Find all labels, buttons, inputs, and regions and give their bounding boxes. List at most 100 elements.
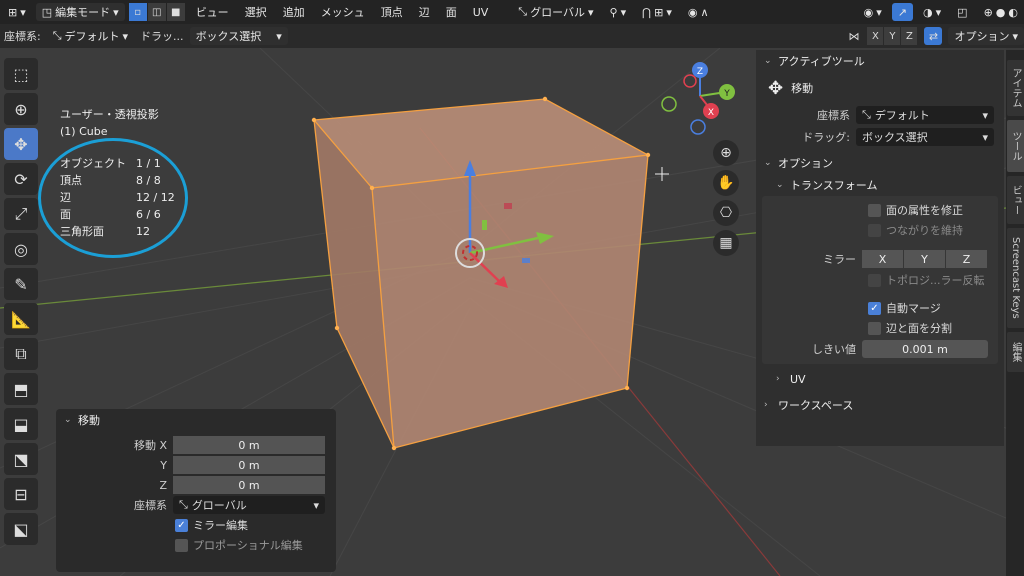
face-select-icon[interactable]: ■ (166, 3, 185, 21)
proportional-edit-checkbox[interactable]: プロポーショナル編集 (56, 535, 336, 555)
active-tool-header[interactable]: ⌄ アクティブツール (756, 50, 1004, 72)
menu-add[interactable]: 追加 (277, 4, 311, 20)
butterfly-icon[interactable]: ⋈ (848, 30, 859, 43)
inset-icon[interactable]: ⬓ (4, 408, 38, 440)
zoom-icon[interactable]: ⊕ (713, 140, 739, 166)
tab-item[interactable]: アイテム (1007, 60, 1024, 116)
drag-dropdown[interactable]: ボックス選択 ▾ (856, 128, 994, 146)
annotate-icon[interactable]: ✎ (4, 268, 38, 300)
move-y-row: Y0 m (56, 455, 336, 475)
mirror-edit-checkbox[interactable]: ✓ ミラー編集 (56, 515, 336, 535)
tab-view[interactable]: ビュー (1007, 176, 1024, 224)
knife-icon[interactable]: ⬕ (4, 513, 38, 545)
pivot-button[interactable]: ⚲ ▾ (604, 3, 633, 21)
solid-shading-icon: ● (995, 5, 1006, 19)
add-cube-icon[interactable]: ⧉ (4, 338, 38, 370)
gizmo-toggle[interactable]: ↗ (891, 3, 914, 21)
hand-pan-icon[interactable]: ✋ (713, 170, 739, 196)
split-edges-checkbox[interactable]: 辺と面を分割 (762, 318, 998, 338)
visibility-button[interactable]: ◉ ▾ (858, 3, 888, 21)
check-icon: ✓ (175, 518, 188, 532)
nav-neg-x-ball[interactable] (683, 74, 697, 88)
cube-mesh[interactable] (311, 96, 651, 451)
camera-icon[interactable]: ⎔ (713, 200, 739, 226)
gizmo-plane-handle[interactable] (522, 258, 530, 263)
menu-vertex[interactable]: 頂点 (375, 4, 409, 20)
chevron-down-icon: ▾ (122, 29, 129, 43)
select-box-icon[interactable]: ⬚ (4, 58, 38, 90)
gizmo-plane-handle[interactable] (482, 220, 487, 230)
proportional-button[interactable]: ◉ ∧ (682, 3, 715, 21)
snap-button[interactable]: ⋂ ⊞ ▾ (636, 3, 678, 21)
axis-x-button[interactable]: X (867, 27, 884, 45)
bevel-icon[interactable]: ⬔ (4, 443, 38, 475)
operator-panel: ⌄ 移動 移動 X0 m Y0 m Z0 m 座標系 ⤡ グローバル ▾ ✓ ミラー編集 … (56, 409, 336, 572)
drag-dropdown[interactable]: ボックス選択 ▾ (189, 27, 288, 45)
op-coord-dropdown[interactable]: ⤡ グローバル ▾ (173, 496, 325, 514)
vertex-select-icon[interactable]: ▫ (128, 3, 147, 21)
measure-icon[interactable]: 📐 (4, 303, 38, 335)
material-shading-icon: ◐ (1008, 5, 1018, 19)
move-y-field[interactable]: 0 m (173, 456, 325, 474)
auto-merge-checkbox[interactable]: ✓ 自動マージ (762, 298, 998, 318)
navigation-gizmo[interactable]: Z Y X (661, 62, 735, 135)
loop-cut-icon[interactable]: ⊟ (4, 478, 38, 510)
mirror-z-button[interactable]: Z (946, 250, 987, 268)
menu-edge[interactable]: 辺 (413, 4, 436, 20)
topology-mirror-checkbox[interactable]: トポロジ...ラー反転 (762, 270, 998, 290)
xray-button[interactable]: ◰ (951, 3, 973, 21)
tab-screencast-keys[interactable]: Screencast Keys (1007, 228, 1024, 328)
menu-select[interactable]: 選択 (239, 4, 273, 20)
mode-dropdown[interactable]: ◳ 編集モード ▾ (35, 3, 125, 21)
snap-options-icon[interactable]: ⇄ (924, 27, 943, 45)
transform-icon[interactable]: ◎ (4, 233, 38, 265)
coord-dropdown[interactable]: ⤡ デフォルト ▾ (856, 106, 994, 124)
extrude-icon[interactable]: ⬒ (4, 373, 38, 405)
menu-uv[interactable]: UV (467, 6, 495, 19)
nav-neg-z-ball[interactable] (690, 119, 706, 135)
menu-mesh[interactable]: メッシュ (315, 4, 371, 20)
mirror-x-button[interactable]: X (862, 250, 903, 268)
axis-z-button[interactable]: Z (901, 27, 918, 45)
chevron-right-icon: › (764, 400, 768, 410)
coord-dropdown[interactable]: ⤡ デフォルト ▾ (47, 27, 134, 45)
tab-edit[interactable]: 編集 (1007, 332, 1024, 372)
uv-header[interactable]: › UV (756, 368, 1004, 390)
shading-buttons[interactable]: ⊕ ● ◐ (978, 3, 1024, 21)
transform-header[interactable]: ⌄ トランスフォーム (756, 174, 1004, 196)
chevron-down-icon: ▾ (276, 29, 282, 43)
gizmo-plane-handle[interactable] (504, 203, 512, 209)
orientation-dropdown[interactable]: ⤡ グローバル ▾ (512, 3, 599, 21)
options-dropdown[interactable]: オプション ▾ (948, 27, 1024, 45)
workspace-header[interactable]: › ワークスペース (756, 394, 1004, 416)
overlay-button[interactable]: ◑ ▾ (917, 3, 947, 21)
mirror-y-button[interactable]: Y (904, 250, 945, 268)
cursor-icon[interactable]: ⊕ (4, 93, 38, 125)
nav-neg-y-ball[interactable] (661, 96, 677, 112)
face-attr-checkbox[interactable]: 面の属性を修正 (762, 200, 998, 220)
edge-select-icon[interactable]: ◫ (147, 3, 166, 21)
chevron-down-icon: ⌄ (64, 415, 72, 425)
threshold-field[interactable]: 0.001 m (862, 340, 988, 358)
tab-tool[interactable]: ツール (1007, 120, 1024, 172)
move-x-field[interactable]: 0 m (173, 436, 325, 454)
operator-header[interactable]: ⌄ 移動 (56, 409, 336, 431)
mirror-row: ミラー X Y Z (762, 248, 998, 270)
rotate-icon[interactable]: ⟳ (4, 163, 38, 195)
coord-label: 座標系: (4, 30, 41, 43)
xray-icon: ◰ (957, 5, 968, 19)
perspective-grid-icon[interactable]: ▦ (713, 230, 739, 256)
coord-row: 座標系 ⤡ デフォルト ▾ (756, 104, 1004, 126)
axis-y-button[interactable]: Y (884, 27, 901, 45)
editor-type-button[interactable]: ⊞ ▾ (2, 3, 32, 21)
scale-icon[interactable]: ⤢ (4, 198, 38, 230)
orientation-icon: ⤡ (179, 498, 188, 511)
options-header[interactable]: ⌄ オプション (756, 152, 1004, 174)
menu-view[interactable]: ビュー (190, 4, 235, 20)
cube-front-face[interactable] (372, 155, 648, 448)
mirror-axis-buttons: X Y Z (862, 250, 988, 268)
move-z-field[interactable]: 0 m (173, 476, 325, 494)
menu-face[interactable]: 面 (440, 4, 463, 20)
keep-connected-checkbox[interactable]: つながりを維持 (762, 220, 998, 240)
move-icon[interactable]: ✥ (4, 128, 38, 160)
